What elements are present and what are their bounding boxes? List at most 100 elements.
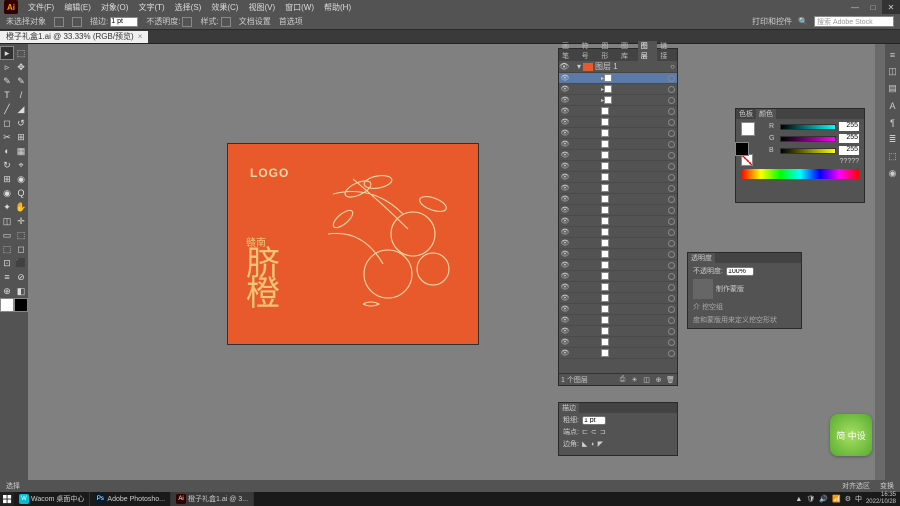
menu-window[interactable]: 窗口(W) [285,2,314,13]
visibility-toggle-icon[interactable]: 👁 [559,250,571,258]
layer-row[interactable]: 👁 [559,183,677,194]
target-icon[interactable] [668,75,675,82]
visibility-toggle-icon[interactable]: 👁 [559,107,571,115]
layer-row[interactable]: 👁 [559,139,677,150]
tool-5-a[interactable]: ◻ [0,116,14,130]
target-icon[interactable] [668,229,675,236]
tool-17-b[interactable]: ◧ [14,284,28,298]
target-icon[interactable] [668,163,675,170]
layer-row[interactable]: 👁▸ [559,73,677,84]
target-icon[interactable] [668,218,675,225]
print-controls-button[interactable]: 打印和控件 [752,16,792,27]
panel-tab-library[interactable]: 图库 [618,41,638,61]
layer-row[interactable]: 👁 [559,106,677,117]
layer-row[interactable]: 👁 [559,172,677,183]
target-icon[interactable] [668,328,675,335]
menu-select[interactable]: 选择(S) [175,2,202,13]
stroke-tab[interactable]: 描边 [559,403,579,413]
layer-row[interactable]: 👁 [559,117,677,128]
layers-panel[interactable]: 画笔 符号 图形 图库 图层 链接 👁 ▾ 图层 1 ○ 👁▸👁▸👁▸👁👁👁👁👁… [558,48,678,386]
visibility-toggle-icon[interactable]: 👁 [559,327,571,335]
layer-row[interactable]: 👁 [559,271,677,282]
new-layer-icon[interactable]: ⊕ [654,376,663,384]
corner-bevel-icon[interactable]: ◤ [598,440,603,448]
tool-2-a[interactable]: ✎ [0,74,14,88]
stroke-tool-swatch[interactable] [14,298,28,312]
fill-swatch[interactable] [54,17,64,27]
panel-strip-icon-4[interactable]: ¶ [886,116,899,129]
visibility-toggle-icon[interactable]: 👁 [559,261,571,269]
tool-11-b[interactable]: ✋ [14,200,28,214]
red-value[interactable]: 255 [839,122,859,131]
layer-name[interactable]: 图层 1 [595,61,618,72]
tool-2-b[interactable]: ✎ [14,74,28,88]
tool-16-b[interactable]: ⊘ [14,270,28,284]
visibility-toggle-icon[interactable]: 👁 [559,195,571,203]
target-icon[interactable] [668,108,675,115]
target-icon[interactable] [668,306,675,313]
doc-setup-button[interactable]: 文档设置 [239,16,271,27]
opacity-input[interactable] [726,267,754,276]
corner-round-icon[interactable]: ◖ [590,441,594,448]
visibility-toggle-icon[interactable]: 👁 [559,316,571,324]
tool-0-a[interactable]: ▸ [0,46,14,60]
tray-network-icon[interactable]: 📶 [832,495,841,503]
opacity-dropdown[interactable] [182,17,192,27]
visibility-toggle-icon[interactable]: 👁 [559,74,571,82]
tab-close-icon[interactable]: × [138,32,143,41]
window-maximize-button[interactable]: □ [864,0,882,14]
locate-layer-icon[interactable]: ⎙ [618,376,627,384]
tool-17-a[interactable]: ⊕ [0,284,14,298]
target-icon[interactable] [668,130,675,137]
blue-slider[interactable] [780,148,836,154]
tool-12-a[interactable]: ◫ [0,214,14,228]
fill-color-swatch[interactable] [741,122,755,136]
layer-row[interactable]: 👁 [559,282,677,293]
layer-row[interactable]: 👁 [559,150,677,161]
tray-ime-icon[interactable]: 中 [855,494,862,504]
preferences-button[interactable]: 首选项 [279,16,303,27]
layer-row[interactable]: 👁 [559,238,677,249]
layer-row[interactable]: 👁 [559,205,677,216]
menu-type[interactable]: 文字(T) [138,2,164,13]
target-icon[interactable] [668,207,675,214]
target-icon[interactable] [668,317,675,324]
visibility-toggle-icon[interactable]: 👁 [559,184,571,192]
menu-effect[interactable]: 效果(C) [211,2,238,13]
visibility-toggle-icon[interactable]: 👁 [559,217,571,225]
layer-row[interactable]: 👁 [559,315,677,326]
target-icon[interactable] [668,185,675,192]
menu-edit[interactable]: 编辑(E) [64,2,91,13]
tool-3-b[interactable]: / [14,88,28,102]
target-icon[interactable] [668,350,675,357]
target-icon[interactable] [668,119,675,126]
taskbar-app-item[interactable]: PsAdobe Photosho... [90,492,171,506]
visibility-toggle-icon[interactable]: 👁 [559,162,571,170]
transparency-panel[interactable]: 透明度 不透明度: 制作蒙版 介 挖空组 度和蒙版用来定义挖空形状 [687,252,802,329]
visibility-toggle-icon[interactable]: 👁 [559,294,571,302]
make-mask-button[interactable]: 制作蒙版 [716,284,744,294]
visibility-toggle-icon[interactable]: 👁 [559,173,571,181]
tool-16-a[interactable]: ≡ [0,270,14,284]
layer-row[interactable]: 👁 [559,260,677,271]
tool-8-b[interactable]: ⌖ [14,158,28,172]
tool-3-a[interactable]: T [0,88,14,102]
tool-10-a[interactable]: ◉ [0,186,14,200]
panel-strip-icon-6[interactable]: ⬚ [886,150,899,163]
layer-row[interactable]: 👁 [559,216,677,227]
target-icon[interactable] [668,86,675,93]
layer-row[interactable]: 👁 [559,249,677,260]
tool-6-b[interactable]: ⊞ [14,130,28,144]
tool-4-a[interactable]: ╱ [0,102,14,116]
tool-6-a[interactable]: ✂ [0,130,14,144]
fill-tool-swatch[interactable] [0,298,14,312]
tool-15-b[interactable]: ⬛ [14,256,28,270]
tool-14-b[interactable]: ◻ [14,242,28,256]
new-sublayer-icon[interactable]: ◫ [642,376,651,384]
style-dropdown[interactable] [221,17,231,27]
tool-15-a[interactable]: ⊡ [0,256,14,270]
mask-thumb[interactable] [693,279,713,299]
stroke-color-swatch[interactable] [735,142,749,156]
color-tab[interactable]: 颜色 [756,109,776,119]
color-spectrum[interactable] [741,169,859,179]
